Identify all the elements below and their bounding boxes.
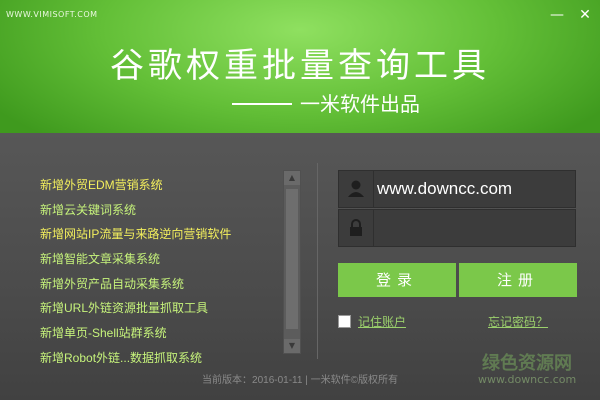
app-window: WWW.VIMISOFT.COM — ✕ 谷歌权重批量查询工具 一米软件出品 新… <box>0 0 600 400</box>
remember-checkbox[interactable] <box>338 315 351 328</box>
news-item[interactable]: 新增单页-Shell站群系统 <box>40 321 278 346</box>
scroll-up-arrow-icon[interactable]: ▲ <box>284 171 300 185</box>
news-scrollbar[interactable]: ▲ ▼ <box>283 170 301 354</box>
news-item[interactable]: 新增智能文章采集系统 <box>40 247 278 272</box>
close-button[interactable]: ✕ <box>574 6 596 24</box>
register-button[interactable]: 注册 <box>459 263 577 297</box>
main-panel: 新增外贸EDM营销系统 新增云关键词系统 新增网站IP流量与来路逆向营销软件 新… <box>0 133 600 400</box>
app-subtitle: 一米软件出品 <box>300 92 420 116</box>
news-item[interactable]: 新增URL外链资源批量抓取工具 <box>40 296 278 321</box>
news-item[interactable]: 新增Robot外链...数据抓取系统 <box>40 346 278 363</box>
username-field[interactable] <box>338 170 576 208</box>
username-input[interactable] <box>377 171 573 207</box>
scroll-thumb[interactable] <box>286 189 298 329</box>
news-item[interactable]: 新增外贸产品自动采集系统 <box>40 272 278 297</box>
news-list: 新增外贸EDM营销系统 新增云关键词系统 新增网站IP流量与来路逆向营销软件 新… <box>40 173 278 363</box>
scroll-down-arrow-icon[interactable]: ▼ <box>284 339 300 353</box>
user-icon <box>339 171 374 207</box>
remember-label[interactable]: 记住账户 <box>358 313 406 330</box>
forgot-password-link[interactable]: 忘记密码？ <box>488 313 548 330</box>
subtitle-dash <box>232 103 292 105</box>
login-button[interactable]: 登录 <box>338 263 456 297</box>
password-field[interactable] <box>338 209 576 247</box>
panel-divider <box>317 163 318 359</box>
news-item[interactable]: 新增外贸EDM营销系统 <box>40 173 278 198</box>
minimize-button[interactable]: — <box>546 6 568 24</box>
password-input[interactable] <box>377 210 573 246</box>
news-item[interactable]: 新增网站IP流量与来路逆向营销软件 <box>40 222 278 247</box>
lock-icon <box>339 210 374 246</box>
version-footer: 当前版本：2016-01-11 | 一米软件©版权所有 <box>202 375 398 386</box>
site-watermark: WWW.VIMISOFT.COM <box>6 10 98 19</box>
app-title: 谷歌权重批量查询工具 <box>110 46 490 86</box>
header-banner: WWW.VIMISOFT.COM — ✕ 谷歌权重批量查询工具 一米软件出品 <box>0 0 600 133</box>
news-item[interactable]: 新增云关键词系统 <box>40 198 278 223</box>
